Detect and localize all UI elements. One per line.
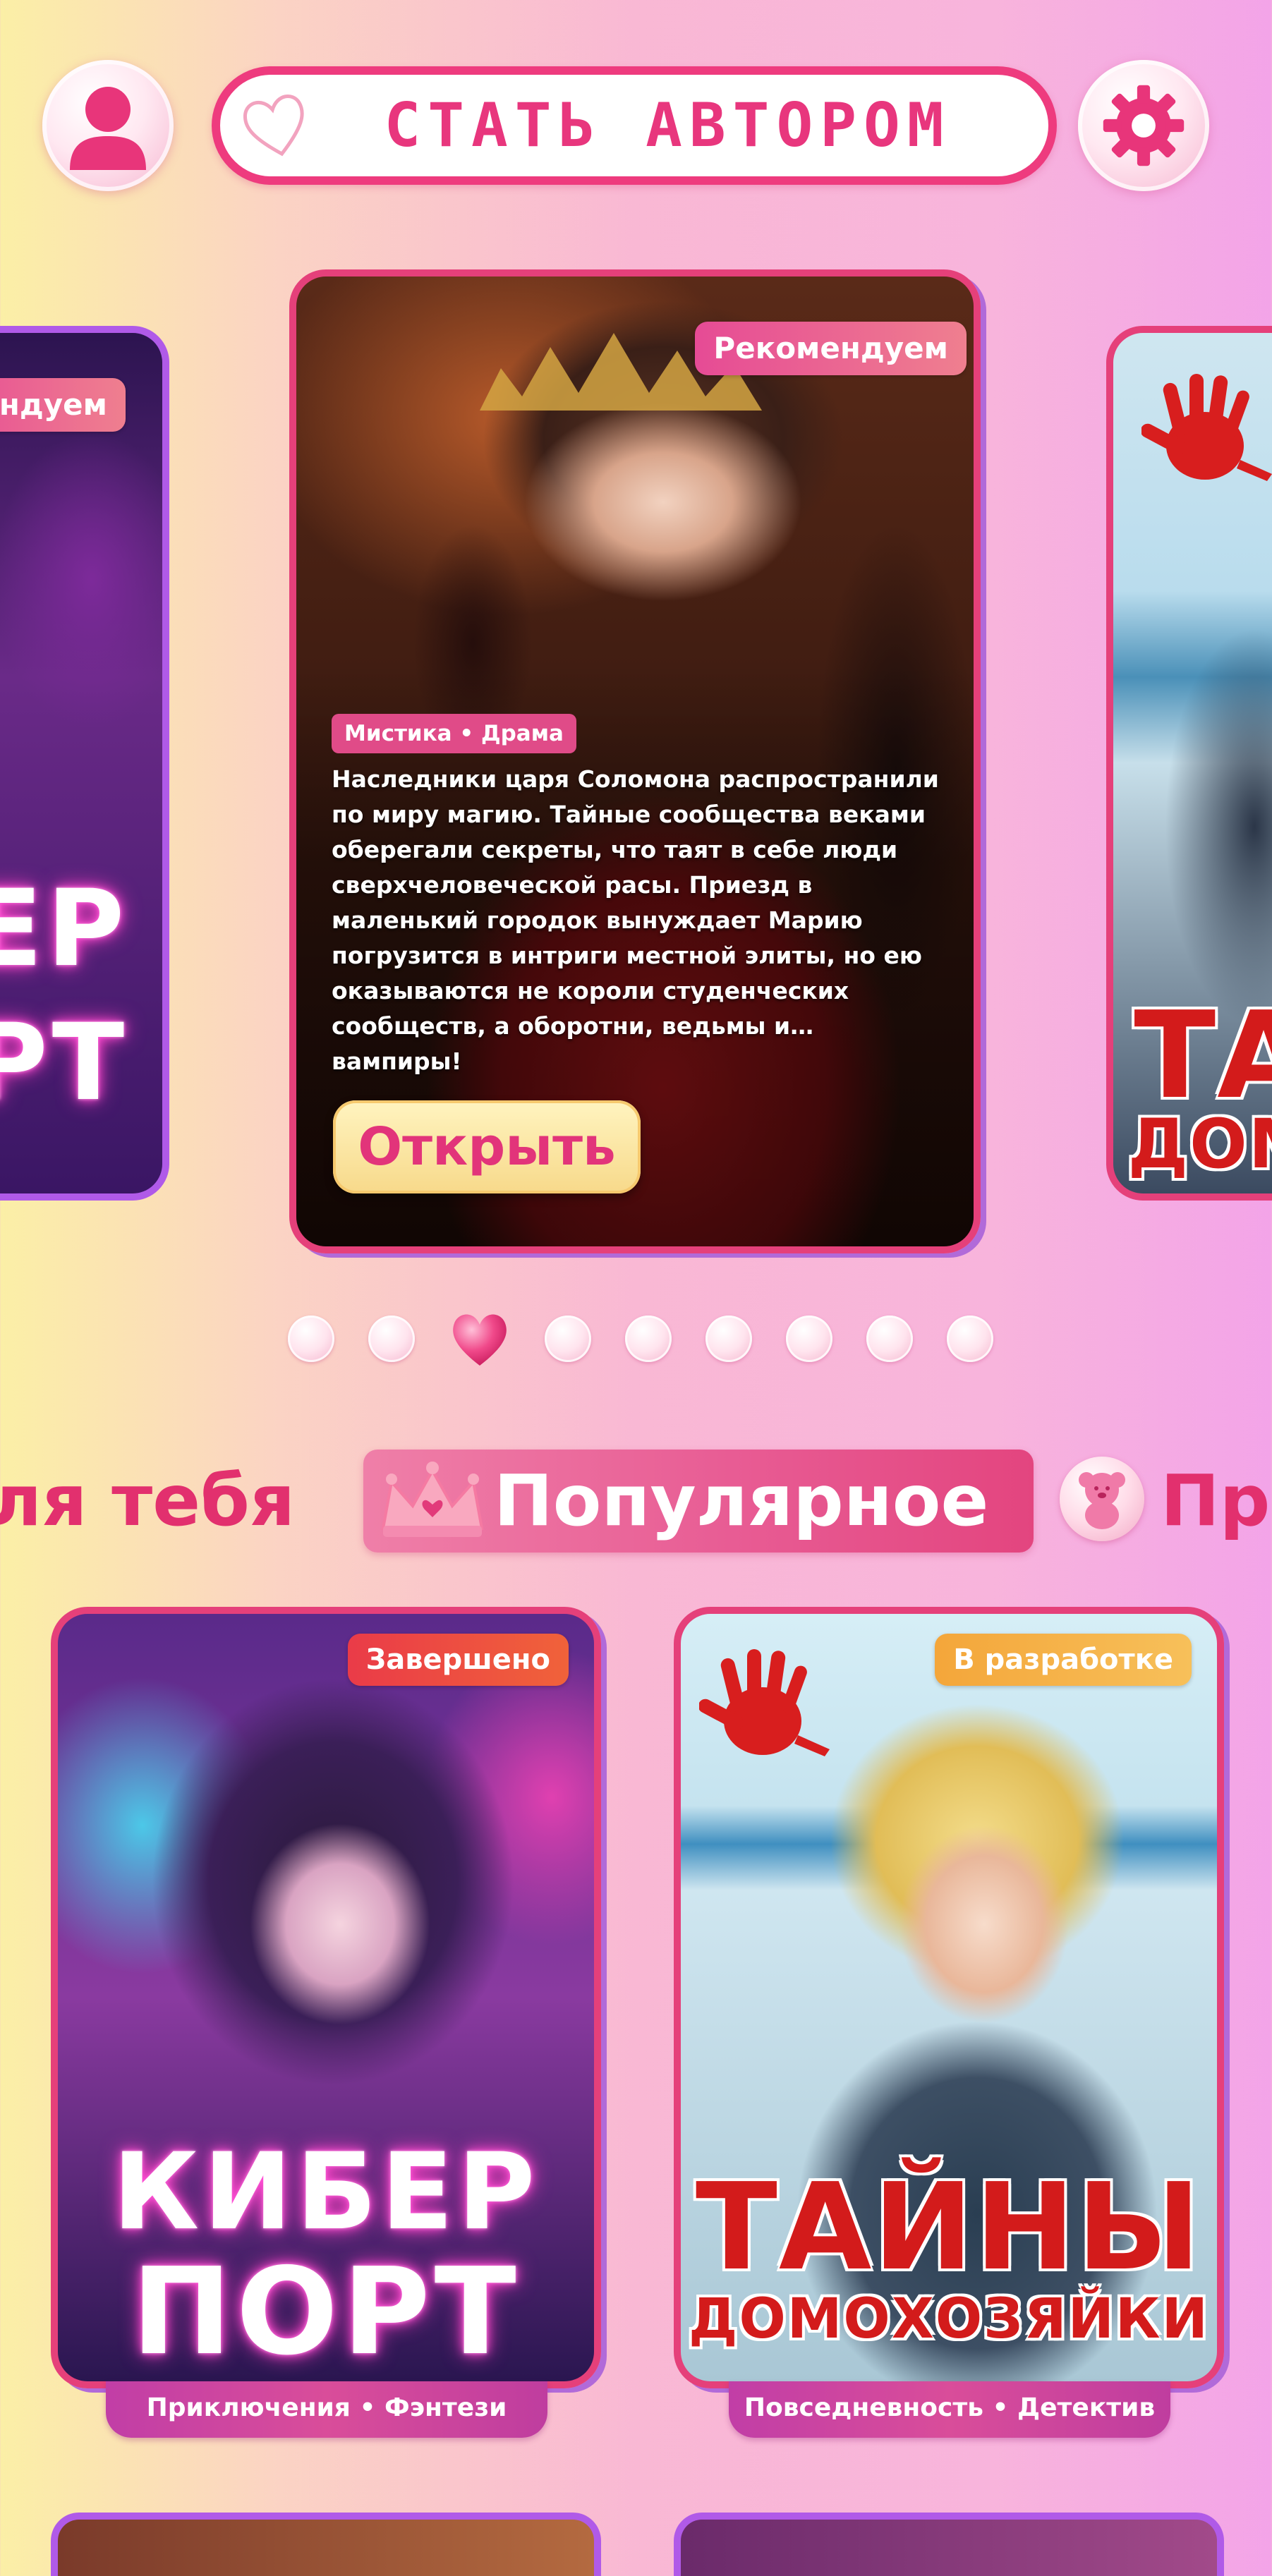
profile-button[interactable] <box>42 60 174 191</box>
open-button[interactable]: Открыть <box>333 1100 641 1193</box>
pagination-dot[interactable] <box>545 1316 591 1362</box>
story-description: Наследники царя Соломона распространили … <box>332 765 939 1075</box>
become-author-button[interactable]: СТАТЬ АВТОРОМ <box>212 66 1057 185</box>
pagination-dot[interactable] <box>288 1316 334 1362</box>
card-title-line2: РТ <box>0 1002 129 1124</box>
handprint-icon <box>1141 374 1272 481</box>
pagination-dot[interactable] <box>947 1316 993 1362</box>
tab-popular-label: Популярное <box>494 1459 989 1542</box>
recommended-badge: Рекомендуем <box>695 322 967 375</box>
story-card-next-peek[interactable] <box>51 2513 601 2576</box>
card-title-line1: ЕР <box>0 868 129 990</box>
card-title-line2: ДОМ <box>1127 1105 1272 1184</box>
handprint-icon <box>699 1649 830 1756</box>
card-title-line1: ТА <box>1134 986 1272 1126</box>
story-card-featured[interactable]: Рекомендуем Мистика • Драма Наследники ц… <box>289 269 981 1253</box>
story-card-housewife[interactable]: В разработке ТАЙНЫ ДОМОХОЗЯЙКИ <box>674 1607 1224 2388</box>
story-card-next-peek[interactable] <box>674 2513 1224 2576</box>
recommended-badge: мендуем <box>0 378 126 432</box>
story-card-left[interactable]: мендуем ЕР РТ <box>0 326 169 1201</box>
pagination-dot[interactable] <box>368 1316 415 1362</box>
story-card-right[interactable]: ТА ДОМ <box>1106 326 1272 1201</box>
genre-strip: Повседневность • Детектив <box>729 2381 1170 2438</box>
gear-icon <box>1103 85 1185 166</box>
user-icon <box>70 87 146 170</box>
tab-for-you[interactable]: ля тебя <box>0 1452 295 1550</box>
status-badge: Завершено <box>347 1634 569 1686</box>
become-author-label: СТАТЬ АВТОРОМ <box>384 90 951 161</box>
card-title-line1: КИБЕР <box>112 2131 540 2254</box>
bear-icon <box>1079 1472 1125 1529</box>
pagination-dot[interactable] <box>625 1316 672 1362</box>
genre-strip: Приключения • Фэнтези <box>106 2381 547 2438</box>
pagination-dot[interactable] <box>866 1316 913 1362</box>
card-title-line1: ТАЙНЫ <box>695 2158 1203 2297</box>
crown-icon <box>381 1462 484 1537</box>
tab-icon-bubble <box>1060 1457 1144 1541</box>
story-card-cyberport[interactable]: Завершено КИБЕР ПОРТ <box>51 1607 601 2388</box>
carousel-pagination <box>288 1309 993 1368</box>
card-title-line2: ДОМОХОЗЯЙКИ <box>689 2288 1209 2351</box>
settings-button[interactable] <box>1078 60 1209 191</box>
pagination-dot[interactable] <box>705 1316 752 1362</box>
pagination-dot-active-heart-icon[interactable] <box>449 1309 511 1368</box>
genre-chip: Мистика • Драма <box>332 714 576 753</box>
tab-other[interactable]: Пр <box>1161 1452 1270 1550</box>
card-title-line2: ПОРТ <box>131 2242 521 2382</box>
pagination-dot[interactable] <box>786 1316 832 1362</box>
tab-popular[interactable]: Популярное <box>363 1450 1034 1553</box>
heart-outline-icon <box>243 95 304 157</box>
status-badge: В разработке <box>935 1634 1192 1686</box>
